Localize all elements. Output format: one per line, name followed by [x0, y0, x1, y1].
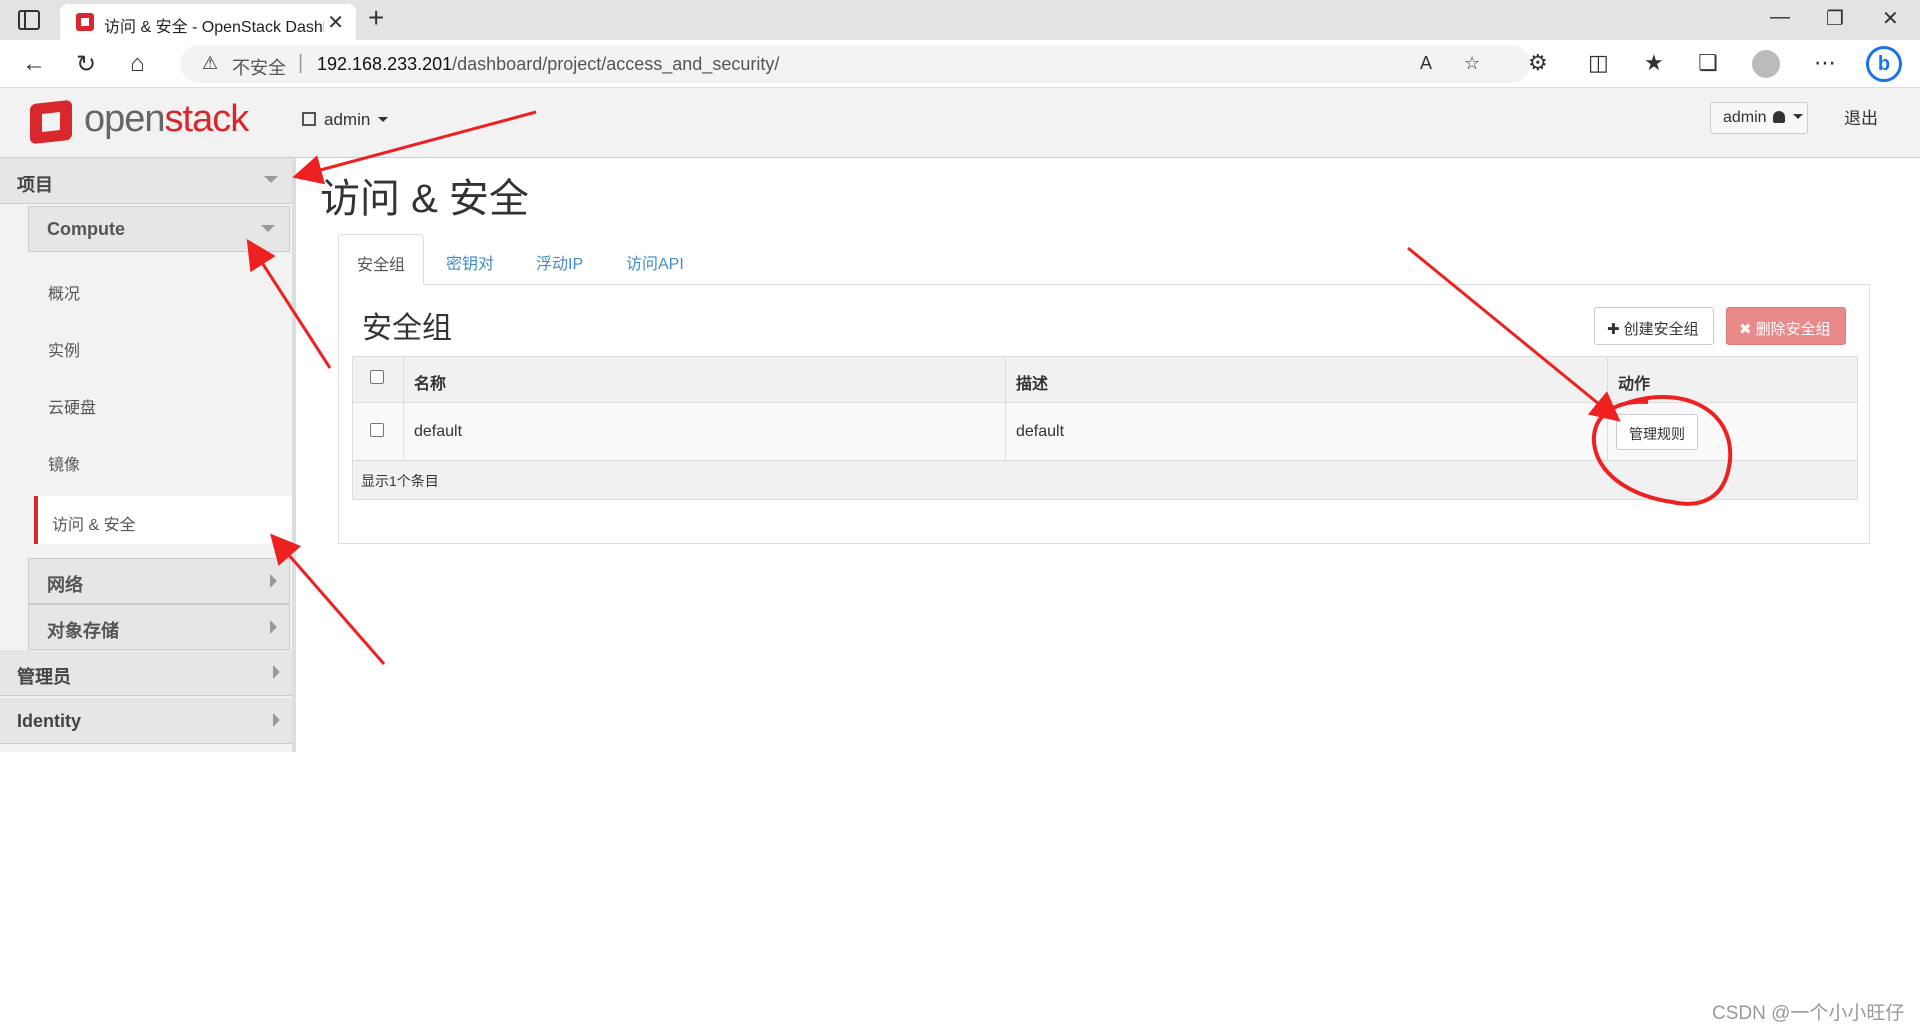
- sidebar-item-access-security[interactable]: 访问 & 安全: [34, 496, 292, 544]
- chevron-right-icon: [270, 620, 277, 634]
- watermark: CSDN @一个小小旺仔: [1712, 1003, 1905, 1024]
- user-icon: [1772, 111, 1785, 123]
- security-groups-table: 名称 描述 动作 default default 管理规则 显示1个条目: [352, 356, 1858, 500]
- tab-actions-icon[interactable]: [18, 10, 40, 30]
- signout-link[interactable]: 退出: [1844, 104, 1878, 129]
- sidebar-item-overview[interactable]: 概况: [48, 280, 80, 304]
- plus-icon: ✚: [1607, 321, 1620, 338]
- collections-icon[interactable]: ❏: [1698, 50, 1718, 76]
- user-menu[interactable]: admin: [1710, 102, 1808, 134]
- table-row: default default 管理规则: [353, 403, 1857, 461]
- sidebar: 项目 Compute 概况 实例 云硬盘 镜像 访问 & 安全 网络 对象存储 …: [0, 158, 296, 752]
- button-label: 创建安全组: [1623, 321, 1699, 338]
- sidebar-item-images[interactable]: 镜像: [48, 451, 80, 475]
- sidebar-group-label: 对象存储: [47, 621, 119, 641]
- home-icon[interactable]: ⌂: [130, 50, 145, 78]
- table-footer: 显示1个条目: [353, 461, 1857, 499]
- browser-toolbar: ← ↻ ⌂ ⚠ 不安全 | 192.168.233.201/dashboard/…: [0, 40, 1920, 88]
- address-bar[interactable]: ⚠ 不安全 | 192.168.233.201/dashboard/projec…: [180, 45, 1530, 83]
- tab-api-access[interactable]: 访问API: [608, 234, 702, 284]
- openstack-header: openstack admin admin 退出: [0, 88, 1920, 158]
- sidebar-item-volumes[interactable]: 云硬盘: [48, 394, 96, 418]
- url-path: /dashboard/project/access_and_security/: [452, 54, 780, 74]
- row-checkbox[interactable]: [370, 423, 384, 437]
- tab-key-pairs[interactable]: 密钥对: [428, 234, 512, 284]
- section-title: 安全组: [362, 312, 452, 345]
- sidebar-group-label: 网络: [47, 575, 83, 595]
- extensions-icon[interactable]: ⚙: [1528, 50, 1548, 76]
- tab-close-icon[interactable]: ✕: [327, 10, 344, 35]
- select-all-checkbox[interactable]: [370, 370, 384, 384]
- refresh-icon[interactable]: ↻: [76, 50, 96, 79]
- sidebar-item-instances[interactable]: 实例: [48, 337, 80, 361]
- select-all-cell: [353, 357, 403, 402]
- delete-security-group-button[interactable]: ✖ 删除安全组: [1726, 307, 1846, 345]
- add-favorite-icon[interactable]: ☆: [1464, 53, 1480, 74]
- item-count: 显示1个条目: [361, 473, 439, 489]
- openstack-favicon-icon: [76, 13, 94, 31]
- sidebar-group-object-storage[interactable]: 对象存储: [28, 604, 290, 650]
- more-icon[interactable]: ⋯: [1814, 50, 1836, 76]
- new-tab-button[interactable]: +: [368, 2, 384, 34]
- column-description[interactable]: 描述: [1005, 357, 1607, 402]
- project-name: admin: [324, 110, 371, 129]
- browser-tabstrip: 访问 & 安全 - OpenStack Dashboard ✕ + — ❐ ✕: [0, 0, 1920, 40]
- window-close-icon[interactable]: ✕: [1882, 6, 1899, 31]
- warning-icon: ⚠: [202, 53, 219, 73]
- url-text[interactable]: 192.168.233.201/dashboard/project/access…: [317, 54, 779, 75]
- chevron-right-icon: [273, 665, 280, 679]
- read-aloud-icon[interactable]: A: [1420, 53, 1432, 74]
- manage-rules-button[interactable]: 管理规则: [1616, 414, 1698, 450]
- cell-description: default: [1005, 403, 1607, 460]
- chevron-down-icon: [1792, 114, 1803, 119]
- split-screen-icon[interactable]: ◫: [1588, 50, 1609, 76]
- table-header: 名称 描述 动作: [353, 357, 1857, 403]
- tab-security-groups[interactable]: 安全组: [338, 234, 425, 285]
- chevron-down-icon: [261, 225, 275, 232]
- back-icon[interactable]: ←: [22, 50, 46, 78]
- chevron-down-icon: [378, 117, 389, 122]
- sidebar-panel-identity[interactable]: Identity: [0, 698, 292, 744]
- cell-name: default: [403, 403, 1005, 460]
- page-title: 访问 & 安全: [320, 177, 529, 221]
- sidebar-panel-project[interactable]: 项目: [0, 158, 292, 204]
- tab-title: 访问 & 安全 - OpenStack Dashboard: [104, 19, 324, 36]
- url-host: 192.168.233.201: [317, 54, 453, 74]
- sidebar-panel-label: Identity: [17, 711, 82, 731]
- favorites-icon[interactable]: ★: [1644, 50, 1664, 76]
- column-actions: 动作: [1607, 357, 1857, 402]
- openstack-logo-icon[interactable]: [30, 99, 72, 145]
- restore-icon[interactable]: ❐: [1826, 6, 1844, 31]
- create-security-group-button[interactable]: ✚ 创建安全组: [1594, 307, 1714, 345]
- chevron-down-icon: [264, 176, 278, 183]
- sidebar-panel-label: 项目: [17, 175, 53, 195]
- chevron-right-icon: [270, 574, 277, 588]
- sidebar-group-label: Compute: [47, 219, 125, 239]
- minimize-icon[interactable]: —: [1770, 6, 1790, 29]
- sidebar-group-compute[interactable]: Compute: [28, 206, 290, 252]
- button-label: 删除安全组: [1755, 321, 1831, 338]
- user-name: admin: [1723, 109, 1767, 126]
- cell-actions: 管理规则: [1607, 403, 1857, 460]
- project-switcher[interactable]: admin: [302, 110, 389, 130]
- bing-icon[interactable]: b: [1866, 46, 1902, 82]
- sidebar-panel-admin[interactable]: 管理员: [0, 650, 292, 696]
- openstack-logo-text[interactable]: openstack: [84, 98, 249, 141]
- profile-avatar[interactable]: [1752, 50, 1780, 78]
- close-icon: ✖: [1739, 321, 1752, 338]
- row-select-cell: [353, 403, 403, 460]
- sidebar-panel-label: 管理员: [17, 667, 71, 687]
- tab-floating-ips[interactable]: 浮动IP: [518, 234, 601, 284]
- insecure-label: 不安全: [232, 58, 286, 78]
- browser-tab[interactable]: 访问 & 安全 - OpenStack Dashboard ✕: [60, 4, 356, 40]
- chevron-right-icon: [273, 713, 280, 727]
- project-icon: [302, 112, 316, 126]
- url-separator: |: [298, 52, 304, 74]
- sidebar-group-network[interactable]: 网络: [28, 558, 290, 604]
- column-name[interactable]: 名称: [403, 357, 1005, 402]
